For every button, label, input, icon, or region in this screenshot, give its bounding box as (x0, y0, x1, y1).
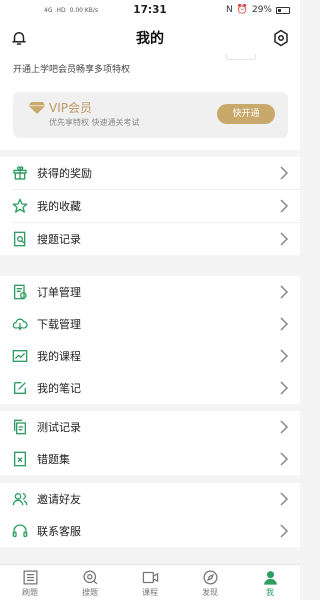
promo-text: 开通上学吧会员畅享多项特权 (13, 65, 131, 75)
chevron-right-icon (280, 524, 289, 538)
page-title: 我的 (136, 31, 164, 47)
diamond-icon (28, 102, 46, 114)
app-header: 我的 (0, 22, 300, 54)
menu-item-notes[interactable]: 我的笔记 (0, 372, 300, 404)
alarm-icon: ⏰ (236, 5, 248, 15)
search-icon (82, 570, 97, 585)
menu-group-social: 邀请好友 联系客服 (0, 483, 300, 547)
menu-item-label: 联系客服 (37, 525, 81, 538)
promo-mini-button[interactable] (226, 54, 256, 60)
chevron-right-icon (280, 285, 289, 299)
tab-me[interactable]: 我 (240, 565, 300, 600)
menu-item-invite-friends[interactable]: 邀请好友 (0, 483, 300, 515)
copy-doc-icon (14, 419, 26, 435)
menu-item-label: 我的收藏 (37, 200, 81, 213)
menu-item-test-records[interactable]: 测试记录 (0, 411, 300, 443)
chevron-right-icon (280, 349, 289, 363)
menu-item-rewards[interactable]: 获得的奖励 (0, 157, 300, 189)
menu-item-favorites[interactable]: 我的收藏 (0, 190, 300, 222)
list-icon (22, 570, 38, 585)
vip-card[interactable]: VIP会员 优先享特权 快速通关考试 快开通 (13, 92, 288, 138)
cloud-download-icon (12, 318, 28, 331)
menu-item-label: 搜题记录 (37, 233, 81, 246)
menu-item-customer-service[interactable]: 联系客服 (0, 515, 300, 547)
wrong-doc-icon (14, 451, 26, 467)
menu-item-label: 错题集 (37, 453, 70, 466)
gear-icon[interactable] (272, 29, 290, 47)
tab-label: 课程 (142, 588, 158, 597)
battery-percent: 29% (251, 5, 272, 15)
status-bar: 4G HD 0.00 KB/s 17:31 N ⏰ 29% (0, 0, 300, 22)
tab-practice[interactable]: 刷题 (0, 565, 60, 600)
menu-item-label: 下载管理 (37, 318, 81, 331)
menu-item-label: 测试记录 (37, 421, 81, 434)
headset-icon (12, 524, 28, 537)
vip-subtitle: 优先享特权 快速通关考试 (49, 118, 140, 127)
menu-item-label: 订单管理 (37, 286, 81, 299)
battery-icon (276, 6, 290, 14)
chevron-right-icon (280, 199, 289, 213)
menu-item-orders[interactable]: 订单管理 (0, 276, 300, 308)
bottom-tab-bar: 刷题 搜题 课程 发现 我 (0, 564, 300, 600)
chevron-right-icon (280, 317, 289, 331)
menu-group-management: 订单管理 下载管理 我的课程 我的笔记 (0, 276, 300, 404)
tab-label: 发现 (202, 588, 218, 597)
chevron-right-icon (280, 492, 289, 506)
tab-search[interactable]: 搜题 (60, 565, 120, 600)
gift-icon (13, 166, 27, 180)
search-doc-icon (13, 231, 26, 247)
menu-item-wrong-answers[interactable]: 错题集 (0, 443, 300, 475)
vip-title: VIP会员 (49, 101, 92, 115)
compass-icon (202, 570, 218, 585)
user-icon (263, 571, 277, 585)
nfc-icon: N (226, 5, 233, 15)
promo-strip: 开通上学吧会员畅享多项特权 (0, 54, 300, 84)
menu-item-label: 获得的奖励 (37, 167, 92, 180)
edit-icon (14, 382, 26, 394)
menu-group-tests: 测试记录 错题集 (0, 411, 300, 475)
chevron-right-icon (280, 420, 289, 434)
menu-item-search-history[interactable]: 搜题记录 (0, 223, 300, 255)
tab-discover[interactable]: 发现 (180, 565, 240, 600)
tab-label: 搜题 (82, 588, 98, 597)
chevron-right-icon (280, 381, 289, 395)
chevron-right-icon (280, 232, 289, 246)
menu-item-courses[interactable]: 我的课程 (0, 340, 300, 372)
order-icon (14, 284, 27, 300)
tab-label: 刷题 (22, 588, 38, 597)
tab-courses[interactable]: 课程 (120, 565, 180, 600)
video-icon (142, 571, 158, 584)
tab-label: 我 (266, 588, 274, 597)
chevron-right-icon (280, 166, 289, 180)
menu-group-rewards: 获得的奖励 我的收藏 搜题记录 (0, 157, 300, 255)
chart-icon (12, 350, 28, 362)
vip-section: VIP会员 优先享特权 快速通关考试 快开通 (0, 84, 300, 150)
chevron-right-icon (280, 452, 289, 466)
status-right: N ⏰ 29% (226, 5, 290, 15)
menu-item-downloads[interactable]: 下载管理 (0, 308, 300, 340)
users-icon (12, 493, 28, 506)
menu-item-label: 邀请好友 (37, 493, 81, 506)
menu-item-label: 我的课程 (37, 350, 81, 363)
star-icon (12, 198, 28, 213)
vip-open-button[interactable]: 快开通 (217, 104, 275, 124)
menu-item-label: 我的笔记 (37, 382, 81, 395)
